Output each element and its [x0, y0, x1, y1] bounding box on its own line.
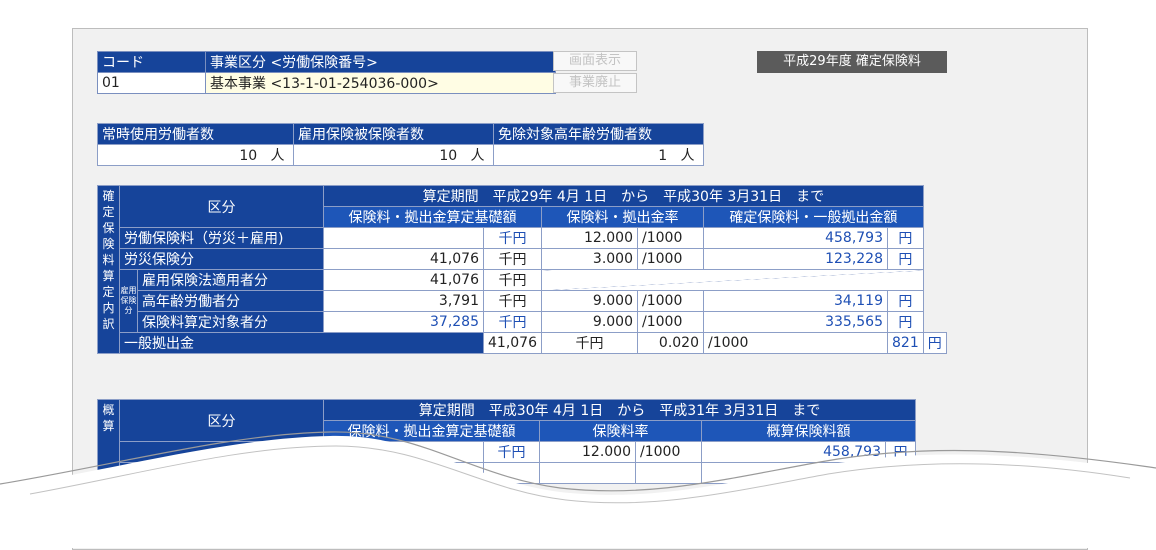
torn-edge-decoration: [0, 431, 1156, 548]
torn-edge-fill: [0, 435, 1156, 548]
